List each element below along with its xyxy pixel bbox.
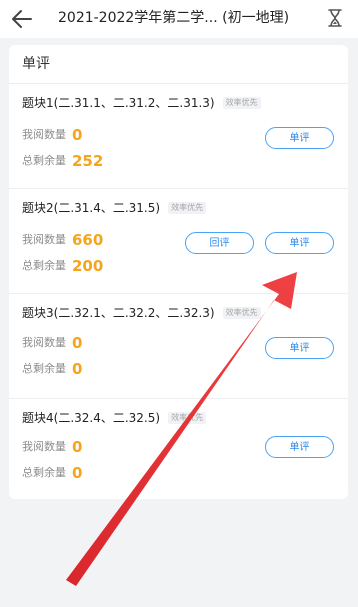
remaining-value: 200 — [72, 257, 104, 275]
block-title: 题块3(二.32.1、二.32.2、二.32.3) 效率优先 — [22, 305, 261, 321]
block-title: 题块1(二.31.1、二.31.2、二.31.3) 效率优先 — [22, 95, 261, 111]
section-header: 单评 — [9, 45, 348, 84]
read-count-value: 0 — [72, 334, 83, 352]
remaining-value: 0 — [72, 360, 83, 378]
efficiency-tag: 效率优先 — [168, 202, 207, 214]
read-count-value: 0 — [72, 438, 83, 456]
hourglass-icon[interactable] — [325, 8, 345, 28]
remaining-row: 总剩余量 0 — [22, 462, 82, 484]
page-title: 2021-2022学年第二学... (初一地理) — [58, 10, 290, 26]
remaining-label: 总剩余量 — [22, 154, 66, 167]
single-review-button[interactable]: 单评 — [265, 436, 334, 458]
remaining-row: 总剩余量 200 — [22, 255, 103, 277]
remaining-label: 总剩余量 — [22, 466, 66, 479]
block-title: 题块2(二.31.4、二.31.5) 效率优先 — [22, 200, 207, 216]
read-count-row: 我阅数量 660 — [22, 229, 103, 251]
read-count-row: 我阅数量 0 — [22, 124, 82, 146]
remaining-label: 总剩余量 — [22, 362, 66, 375]
block-item-2: 题块2(二.31.4、二.31.5) 效率优先 我阅数量 660 总剩余量 200 回… — [9, 189, 348, 294]
review-card: 单评 题块1(二.31.1、二.31.2、二.31.3) 效率优先 我阅数量 0 总… — [9, 45, 348, 499]
efficiency-tag: 效率优先 — [222, 307, 261, 319]
read-count-label: 我阅数量 — [22, 128, 66, 141]
block-item-3: 题块3(二.32.1、二.32.2、二.32.3) 效率优先 我阅数量 0 总剩余量… — [9, 294, 348, 399]
efficiency-tag: 效率优先 — [222, 97, 261, 109]
remaining-row: 总剩余量 0 — [22, 358, 82, 380]
single-review-button[interactable]: 单评 — [265, 337, 334, 359]
read-count-row: 我阅数量 0 — [22, 332, 82, 354]
read-count-label: 我阅数量 — [22, 440, 66, 453]
block-item-4: 题块4(二.32.4、二.32.5) 效率优先 我阅数量 0 总剩余量 0 单评 — [9, 399, 348, 503]
read-count-value: 0 — [72, 126, 83, 144]
read-count-label: 我阅数量 — [22, 233, 66, 246]
single-review-button[interactable]: 单评 — [265, 232, 334, 254]
section-title: 单评 — [22, 56, 50, 72]
remaining-value: 0 — [72, 464, 83, 482]
top-bar: 2021-2022学年第二学... (初一地理) — [0, 0, 358, 38]
efficiency-tag: 效率优先 — [168, 412, 207, 424]
remaining-label: 总剩余量 — [22, 259, 66, 272]
back-arrow-icon[interactable] — [10, 8, 34, 30]
remaining-value: 252 — [72, 152, 104, 170]
single-review-button[interactable]: 单评 — [265, 127, 334, 149]
block-item-1: 题块1(二.31.1、二.31.2、二.31.3) 效率优先 我阅数量 0 总剩余量… — [9, 84, 348, 189]
block-title: 题块4(二.32.4、二.32.5) 效率优先 — [22, 410, 207, 426]
re-review-button[interactable]: 回评 — [185, 232, 254, 254]
read-count-value: 660 — [72, 231, 104, 249]
read-count-label: 我阅数量 — [22, 336, 66, 349]
remaining-row: 总剩余量 252 — [22, 150, 103, 172]
read-count-row: 我阅数量 0 — [22, 436, 82, 458]
